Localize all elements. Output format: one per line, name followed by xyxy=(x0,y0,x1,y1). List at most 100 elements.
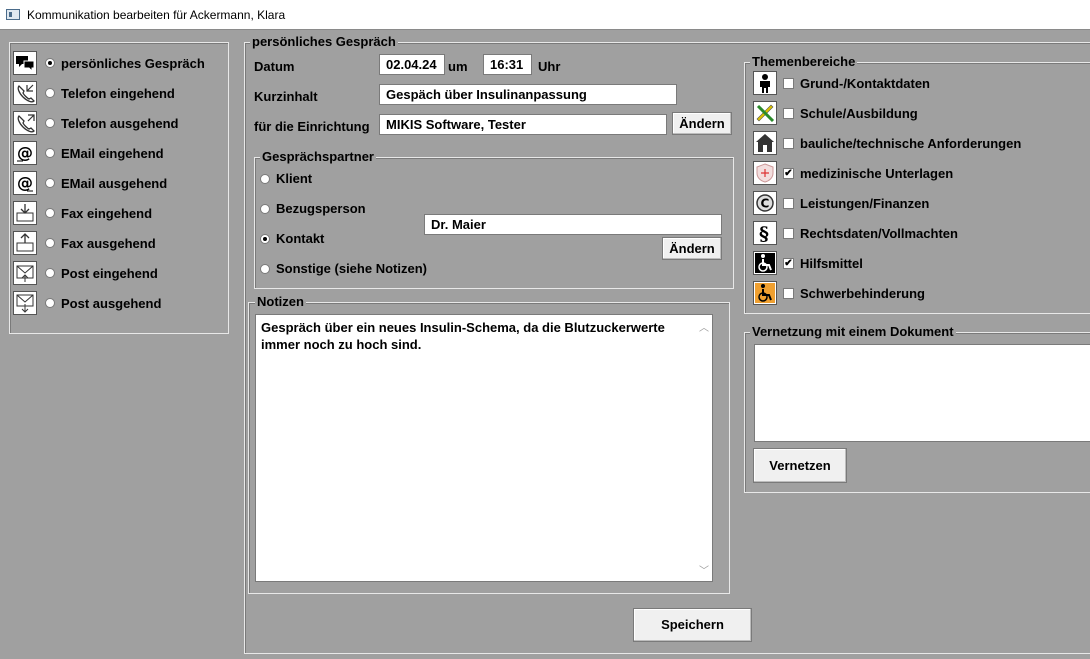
um-label: um xyxy=(448,59,468,74)
window-app-icon xyxy=(6,9,20,20)
topic-item[interactable]: § Rechtsdaten/Vollmachten xyxy=(753,221,958,245)
phone-in-icon xyxy=(13,81,37,105)
svg-text:C: C xyxy=(761,197,770,211)
comm-type-radio[interactable] xyxy=(45,148,55,158)
fax-in-icon xyxy=(13,201,37,225)
einrichtung-change-button[interactable]: Ändern xyxy=(672,112,732,135)
comm-type-option[interactable]: persönliches Gespräch xyxy=(13,51,205,75)
svg-text:@: @ xyxy=(17,143,33,162)
topic-checkbox[interactable] xyxy=(783,227,794,239)
wheelchair-orange-icon xyxy=(753,281,777,305)
topic-item[interactable]: Grund-/Kontaktdaten xyxy=(753,71,930,95)
topic-label: Grund-/Kontaktdaten xyxy=(800,75,930,91)
speech-bubbles-icon xyxy=(13,51,37,75)
svg-text:@: @ xyxy=(17,173,33,192)
topics-panel xyxy=(744,62,1090,314)
datum-label: Datum xyxy=(254,59,295,74)
topic-checkbox[interactable] xyxy=(783,197,794,209)
comm-type-radio[interactable] xyxy=(45,178,55,188)
topic-label: Schule/Ausbildung xyxy=(800,105,918,121)
comm-type-option[interactable]: @ EMail eingehend xyxy=(13,141,164,165)
kurzinhalt-field[interactable]: Gespäch über Insulinanpassung xyxy=(379,84,677,105)
comm-type-radio[interactable] xyxy=(45,88,55,98)
einrichtung-label: für die Einrichtung xyxy=(254,119,370,134)
comm-type-label: persönliches Gespräch xyxy=(61,55,205,71)
partner-option[interactable]: Kontakt xyxy=(260,231,324,246)
vernetzen-button[interactable]: Vernetzen xyxy=(753,448,847,483)
topic-item[interactable]: ✔ Hilfsmittel xyxy=(753,251,863,275)
einrichtung-field[interactable]: MIKIS Software, Tester xyxy=(379,114,667,135)
partner-option[interactable]: Klient xyxy=(260,171,312,186)
comm-type-option[interactable]: @ EMail ausgehend xyxy=(13,171,167,195)
topic-checkbox[interactable] xyxy=(783,137,794,149)
comm-type-label: Fax eingehend xyxy=(61,205,153,221)
topic-checkbox[interactable] xyxy=(783,77,794,89)
topic-checkbox[interactable] xyxy=(783,107,794,119)
scroll-down-icon[interactable]: ﹀ xyxy=(699,562,709,577)
topic-item[interactable]: bauliche/technische Anforderungen xyxy=(753,131,1021,155)
partner-option-label: Klient xyxy=(276,171,313,186)
window-title: Kommunikation bearbeiten für Ackermann, … xyxy=(27,8,286,22)
comm-type-label: Telefon eingehend xyxy=(61,85,175,101)
save-button[interactable]: Speichern xyxy=(633,608,752,642)
comm-type-option[interactable]: Fax eingehend xyxy=(13,201,152,225)
notes-text: Gespräch über ein neues Insulin-Schema, … xyxy=(261,320,665,352)
comm-type-radio[interactable] xyxy=(45,268,55,278)
comm-type-radio[interactable] xyxy=(45,298,55,308)
topic-label: Hilfsmittel xyxy=(800,255,863,271)
topic-checkbox[interactable]: ✔ xyxy=(783,167,794,179)
date-field[interactable]: 02.04.24 xyxy=(379,54,445,75)
wheelchair-icon xyxy=(753,251,777,275)
kurzinhalt-label: Kurzinhalt xyxy=(254,89,318,104)
partner-radio[interactable] xyxy=(260,203,270,214)
partner-legend: Gesprächspartner xyxy=(260,149,376,164)
partner-radio[interactable] xyxy=(260,233,270,244)
notes-scrollbar[interactable]: ︿ ﹀ xyxy=(695,315,712,581)
comm-type-radio[interactable] xyxy=(45,238,55,248)
partner-option-label: Kontakt xyxy=(276,231,325,246)
topic-label: bauliche/technische Anforderungen xyxy=(800,135,1022,151)
conversation-legend: persönliches Gespräch xyxy=(250,34,398,49)
comm-type-option[interactable]: Post ausgehend xyxy=(13,291,161,315)
topic-label: Schwerbehinderung xyxy=(800,285,925,301)
partner-radio[interactable] xyxy=(260,173,270,184)
comm-type-label: Post ausgehend xyxy=(61,295,162,311)
comm-type-label: Post eingehend xyxy=(61,265,158,281)
person-icon xyxy=(753,71,777,95)
scroll-up-icon[interactable]: ︿ xyxy=(699,319,709,334)
document-link-box[interactable] xyxy=(754,344,1090,442)
partner-change-button[interactable]: Ändern xyxy=(662,237,722,260)
email-out-icon: @ xyxy=(13,171,37,195)
comm-type-option[interactable]: Telefon eingehend xyxy=(13,81,175,105)
house-icon xyxy=(753,131,777,155)
notes-textarea[interactable]: Gespräch über ein neues Insulin-Schema, … xyxy=(255,314,713,582)
email-in-icon: @ xyxy=(13,141,37,165)
topic-label: Leistungen/Finanzen xyxy=(800,195,930,211)
link-legend: Vernetzung mit einem Dokument xyxy=(750,324,956,339)
topic-item[interactable]: ✔ medizinische Unterlagen xyxy=(753,161,953,185)
topic-item[interactable]: C Leistungen/Finanzen xyxy=(753,191,929,215)
mail-in-icon xyxy=(13,261,37,285)
topic-label: Rechtsdaten/Vollmachten xyxy=(800,225,958,241)
partner-name-field[interactable]: Dr. Maier xyxy=(424,214,722,235)
partner-option-label: Sonstige (siehe Notizen) xyxy=(276,261,427,276)
pencil-ruler-icon xyxy=(753,101,777,125)
comm-type-option[interactable]: Post eingehend xyxy=(13,261,158,285)
topic-item[interactable]: Schwerbehinderung xyxy=(753,281,925,305)
topic-item[interactable]: Schule/Ausbildung xyxy=(753,101,918,125)
comm-type-label: EMail eingehend xyxy=(61,145,164,161)
time-field[interactable]: 16:31 xyxy=(483,54,532,75)
mail-out-icon xyxy=(13,291,37,315)
comm-type-radio[interactable] xyxy=(45,208,55,218)
comm-type-option[interactable]: Telefon ausgehend xyxy=(13,111,179,135)
comm-type-radio[interactable] xyxy=(45,58,55,68)
comm-type-option[interactable]: Fax ausgehend xyxy=(13,231,156,255)
partner-radio[interactable] xyxy=(260,263,270,274)
partner-option[interactable]: Bezugsperson xyxy=(260,201,366,216)
topic-checkbox[interactable]: ✔ xyxy=(783,257,794,269)
partner-option-label: Bezugsperson xyxy=(276,201,366,216)
comm-type-label: Fax ausgehend xyxy=(61,235,156,251)
comm-type-radio[interactable] xyxy=(45,118,55,128)
partner-option[interactable]: Sonstige (siehe Notizen) xyxy=(260,261,427,276)
topic-checkbox[interactable] xyxy=(783,287,794,299)
